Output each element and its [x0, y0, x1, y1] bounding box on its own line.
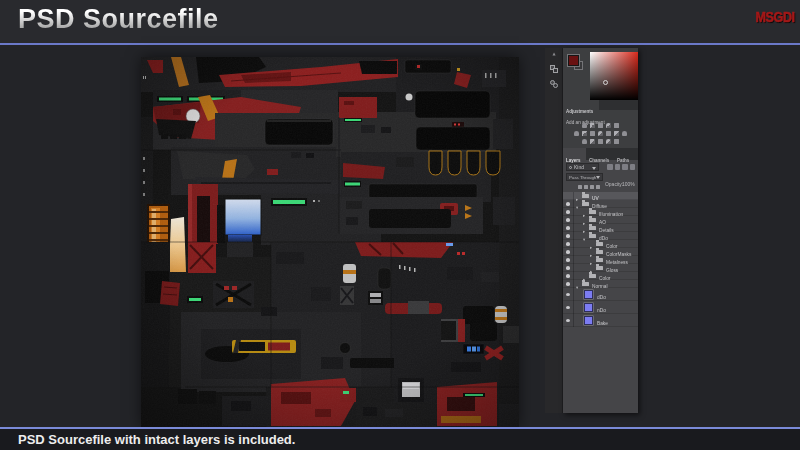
threshold-icon[interactable]: [590, 139, 595, 144]
photo-filter-icon[interactable]: [598, 131, 603, 136]
tab-paths[interactable]: Paths: [614, 148, 634, 160]
slide-footer: PSD Sourcefile with intact layers is inc…: [0, 427, 800, 450]
folder-icon: [589, 210, 596, 215]
foreground-swatch[interactable]: [568, 55, 579, 66]
selective-color-icon[interactable]: [606, 139, 611, 144]
invert-icon[interactable]: [622, 131, 627, 136]
layer-row-bake[interactable]: Bake: [563, 314, 638, 327]
search-icon: [569, 166, 572, 169]
folder-icon: [596, 242, 603, 247]
visibility-eye-icon[interactable]: [563, 272, 574, 280]
layer-row-ddo[interactable]: dDo: [563, 288, 638, 301]
layer-thumbnail[interactable]: [584, 303, 593, 312]
layer-name: Bake: [597, 312, 615, 330]
color-picker-panel: [563, 48, 638, 100]
exposure-icon[interactable]: [606, 123, 611, 128]
visibility-eye-icon[interactable]: [563, 248, 574, 256]
tab-channels[interactable]: Channels: [586, 148, 614, 160]
folder-icon: [596, 250, 603, 255]
visibility-eye-icon[interactable]: [563, 216, 574, 224]
layer-thumbnail[interactable]: [584, 316, 593, 325]
color-lookup-icon[interactable]: [614, 131, 619, 136]
folder-icon: [596, 266, 603, 271]
lock-pixels-icon[interactable]: [584, 185, 588, 190]
gradient-map-icon[interactable]: [598, 139, 603, 144]
layer-row-colormasks[interactable]: ▸ColorMasks: [563, 248, 638, 256]
foreground-background-swatches[interactable]: [568, 55, 587, 74]
blend-mode-dropdown[interactable]: Pass Through: [566, 173, 603, 181]
hue-saturation-icon[interactable]: [574, 131, 579, 136]
folder-icon: [582, 194, 589, 199]
pixel-layer-filter-icon[interactable]: [607, 164, 613, 171]
visibility-eye-icon[interactable]: [563, 264, 574, 272]
adjustment-layer-filter-icon[interactable]: [615, 164, 621, 171]
folder-icon: [582, 282, 589, 287]
visibility-eye-icon[interactable]: [563, 200, 574, 208]
visibility-eye-icon[interactable]: [563, 301, 574, 314]
styles-icon[interactable]: [550, 80, 559, 88]
adjustments-panel: Adjustments Add an adjustment: [563, 100, 638, 148]
black-white-icon[interactable]: [590, 131, 595, 136]
folder-icon: [589, 218, 596, 223]
posterize-icon[interactable]: [582, 139, 587, 144]
tab-adjustments[interactable]: Adjustments: [563, 100, 599, 110]
panel-dock: ▲: [545, 48, 563, 413]
levels-icon[interactable]: [590, 123, 595, 128]
color-cursor[interactable]: [603, 80, 608, 85]
shape-layer-filter-icon[interactable]: [630, 164, 636, 171]
tab-layers[interactable]: Layers: [563, 148, 586, 160]
visibility-toggle-empty[interactable]: [563, 192, 574, 200]
folder-icon: [596, 258, 603, 263]
panel-tabs: LayersChannelsPaths: [563, 148, 638, 160]
visibility-eye-icon[interactable]: [563, 224, 574, 232]
type-layer-filter-icon[interactable]: [622, 164, 628, 171]
channel-mixer-icon[interactable]: [606, 131, 611, 136]
visibility-eye-icon[interactable]: [563, 314, 574, 327]
footer-note: PSD Sourcefile with intact layers is inc…: [18, 432, 295, 447]
visibility-eye-icon[interactable]: [563, 288, 574, 301]
layer-row-ndo[interactable]: nDo: [563, 301, 638, 314]
collapse-panel-icon[interactable]: ▲: [550, 51, 559, 56]
folder-icon: [589, 274, 596, 279]
blend-mode-row: Pass Through Opacity: 100%: [563, 173, 638, 182]
filter-kind-dropdown[interactable]: Kind: [566, 163, 599, 171]
layer-row-color[interactable]: ▸Color: [563, 272, 638, 280]
folder-icon: [589, 234, 596, 239]
dropdown-arrow-icon: [592, 167, 596, 170]
visibility-eye-icon[interactable]: [563, 256, 574, 264]
layer-thumbnail[interactable]: [584, 290, 593, 299]
brightness-contrast-icon[interactable]: [582, 123, 587, 128]
slide-header: PSD Sourcefile MSGDI: [0, 0, 800, 45]
page-title: PSD Sourcefile: [18, 4, 219, 35]
visibility-eye-icon[interactable]: [563, 232, 574, 240]
photoshop-panel: ▲ Adjustments Add an adjustment: [545, 48, 640, 413]
msgdi-logo: MSGDI: [756, 8, 795, 25]
visibility-eye-icon[interactable]: [563, 208, 574, 216]
folder-icon: [582, 202, 589, 207]
color-balance-icon[interactable]: [582, 131, 587, 136]
visibility-eye-icon[interactable]: [563, 240, 574, 248]
folder-icon: [589, 226, 596, 231]
texture-atlas-image: [141, 57, 519, 427]
adjustments-heading: Add an adjustment: [566, 111, 633, 119]
vibrance-icon[interactable]: [614, 123, 619, 128]
pattern-icon[interactable]: [614, 139, 619, 144]
layer-list: ▸UV▾Diffuse▸Illumination▸AO▸Details▾dDo▸…: [563, 192, 638, 327]
dropdown-arrow-icon: [596, 176, 600, 179]
swatches-icon[interactable]: [550, 65, 559, 73]
color-gradient-field[interactable]: [590, 52, 638, 100]
curves-icon[interactable]: [598, 123, 603, 128]
visibility-eye-icon[interactable]: [563, 280, 574, 288]
layer-filter-row: Kind: [563, 162, 638, 172]
